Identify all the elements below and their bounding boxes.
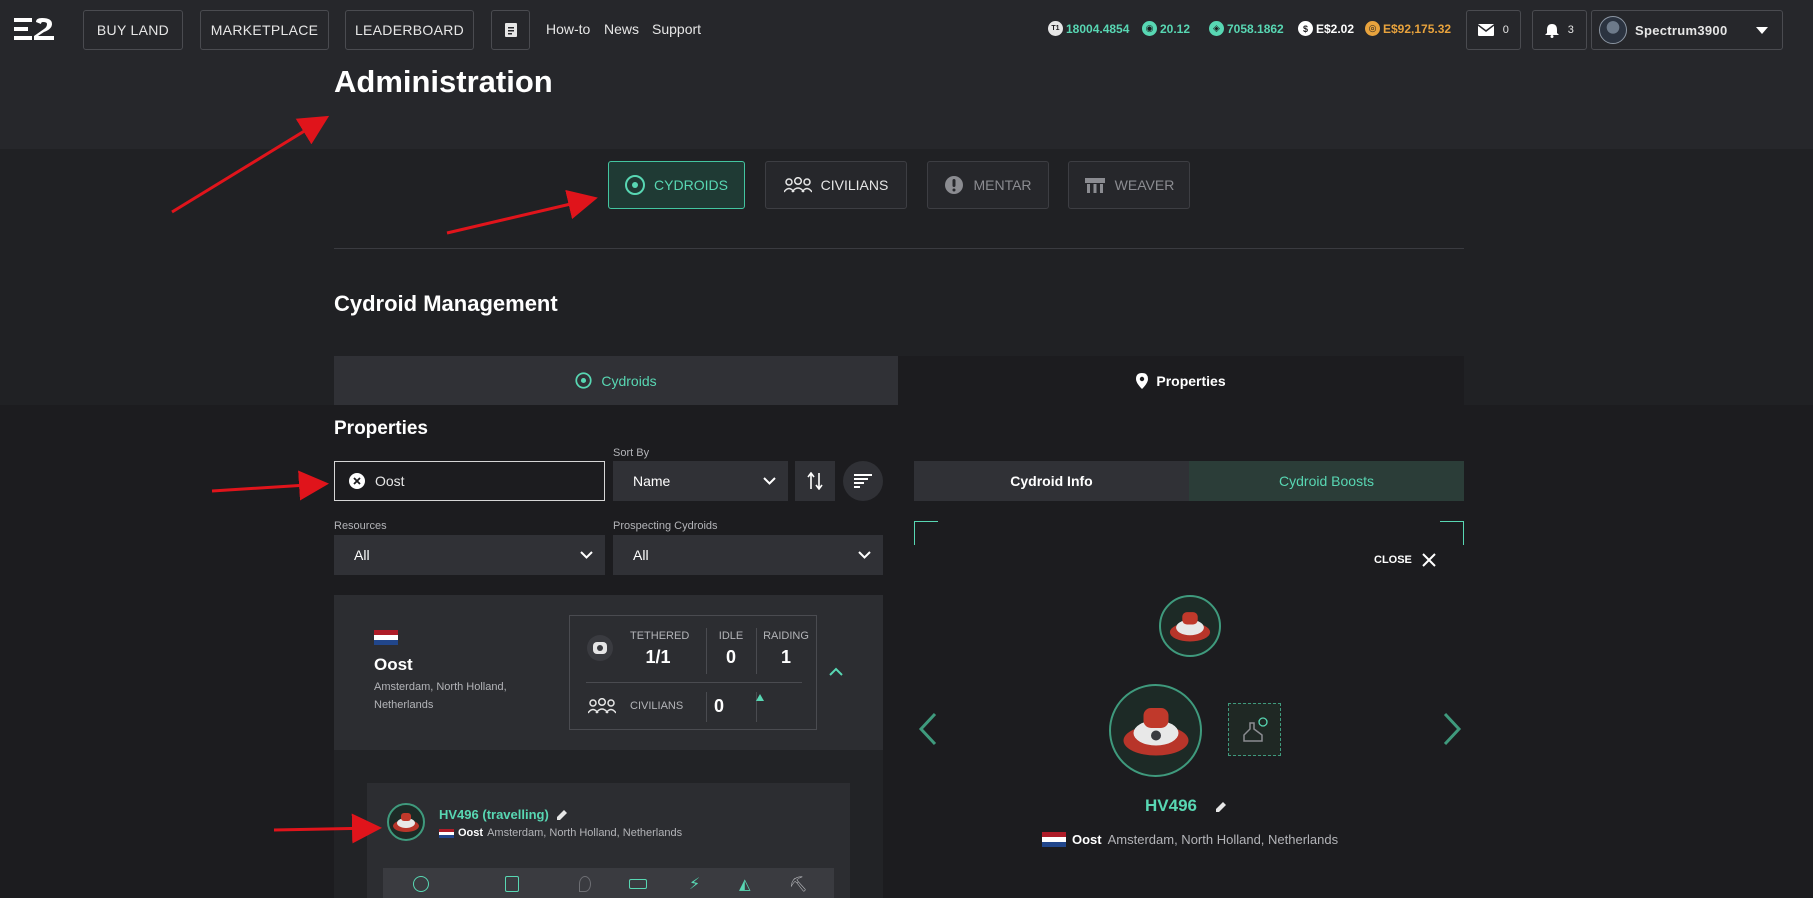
annotation-arrow-title: [171, 115, 330, 214]
annotation-arrow-cydroids: [446, 189, 598, 235]
annotation-arrow-search: [211, 470, 329, 501]
annotation-arrows: [171, 115, 598, 844]
annotation-arrow-cydroid-row: [273, 813, 382, 844]
